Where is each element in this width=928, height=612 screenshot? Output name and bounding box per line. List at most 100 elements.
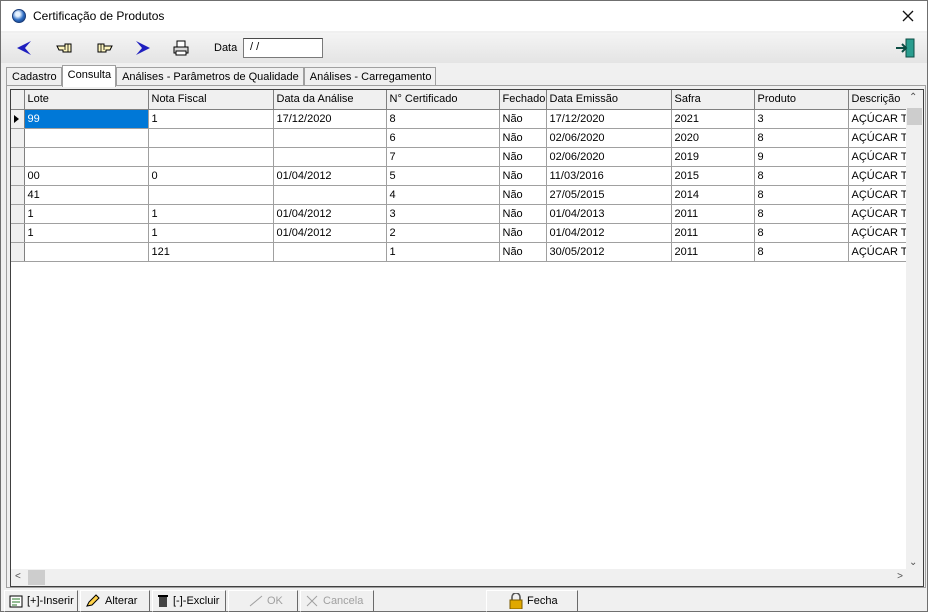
cell-data-analise[interactable]: 17/12/2020: [273, 109, 387, 129]
cell-data-emissao[interactable]: 02/06/2020: [546, 128, 672, 148]
cell-produto[interactable]: 8: [754, 166, 849, 186]
cell-nota-fiscal[interactable]: 1: [148, 223, 274, 243]
tab-consulta[interactable]: Consulta: [61, 65, 117, 87]
column-header-data-analise[interactable]: Data da Análise: [273, 90, 387, 110]
cell-certificado[interactable]: 7: [386, 147, 500, 167]
cell-produto[interactable]: 8: [754, 242, 849, 262]
cell-data-analise[interactable]: [273, 147, 387, 167]
column-header-safra[interactable]: Safra: [671, 90, 755, 110]
cell-fechado[interactable]: Não: [499, 185, 547, 205]
row-indicator[interactable]: [11, 109, 25, 129]
horizontal-scroll-thumb[interactable]: [28, 570, 45, 585]
cell-nota-fiscal[interactable]: 1: [148, 109, 274, 129]
cell-data-analise[interactable]: [273, 128, 387, 148]
cell-descricao[interactable]: AÇÚCAR T: [848, 185, 909, 205]
cell-data-analise[interactable]: 01/04/2012: [273, 204, 387, 224]
cell-nota-fiscal[interactable]: [148, 128, 274, 148]
cell-nota-fiscal[interactable]: [148, 185, 274, 205]
column-header-data-emissao[interactable]: Data Emissão: [546, 90, 672, 110]
cell-certificado[interactable]: 5: [386, 166, 500, 186]
column-header-fechado[interactable]: Fechado: [499, 90, 547, 110]
cell-safra[interactable]: 2011: [671, 204, 755, 224]
exit-button[interactable]: [894, 37, 916, 59]
table-row[interactable]: 1 1 01/04/2012 3 Não 01/04/2013 2011 8 AÇÚCAR T: [11, 204, 909, 224]
cell-data-emissao[interactable]: 01/04/2013: [546, 204, 672, 224]
row-indicator[interactable]: [11, 185, 25, 205]
scroll-left-icon[interactable]: <: [15, 571, 21, 582]
cell-safra[interactable]: 2020: [671, 128, 755, 148]
cell-lote[interactable]: [24, 242, 149, 262]
row-indicator[interactable]: [11, 128, 25, 148]
cell-lote[interactable]: 41: [24, 185, 149, 205]
previous-record-button[interactable]: [14, 37, 36, 59]
cell-fechado[interactable]: Não: [499, 166, 547, 186]
horizontal-scrollbar[interactable]: < >: [11, 569, 907, 586]
date-field[interactable]: / /: [243, 38, 323, 58]
cell-safra[interactable]: 2011: [671, 242, 755, 262]
cell-data-analise[interactable]: [273, 242, 387, 262]
scroll-down-icon[interactable]: ⌄: [909, 557, 917, 568]
cell-data-emissao[interactable]: 27/05/2015: [546, 185, 672, 205]
cell-produto[interactable]: 8: [754, 223, 849, 243]
row-indicator[interactable]: [11, 242, 25, 262]
cell-certificado[interactable]: 1: [386, 242, 500, 262]
cell-safra[interactable]: 2011: [671, 223, 755, 243]
next-record-button[interactable]: [131, 37, 153, 59]
close-button[interactable]: Fecha: [486, 590, 578, 612]
cell-safra[interactable]: 2021: [671, 109, 755, 129]
cell-descricao[interactable]: AÇÚCAR T: [848, 242, 909, 262]
cancel-button[interactable]: Cancela: [300, 590, 374, 612]
column-header-certificado[interactable]: N° Certificado: [386, 90, 500, 110]
cell-safra[interactable]: 2019: [671, 147, 755, 167]
hand-left-button[interactable]: [54, 37, 76, 59]
cell-descricao[interactable]: AÇÚCAR T: [848, 109, 909, 129]
cell-produto[interactable]: 8: [754, 128, 849, 148]
table-row[interactable]: 6 Não 02/06/2020 2020 8 AÇÚCAR T: [11, 128, 909, 148]
print-button[interactable]: [170, 37, 192, 59]
cell-fechado[interactable]: Não: [499, 204, 547, 224]
table-row[interactable]: 99 1 17/12/2020 8 Não 17/12/2020 2021 3 AÇÚCAR T: [11, 109, 909, 129]
alter-button[interactable]: Alterar: [80, 590, 150, 612]
cell-nota-fiscal[interactable]: 0: [148, 166, 274, 186]
cell-lote[interactable]: 99: [24, 109, 149, 129]
delete-button[interactable]: [-]-Excluir: [152, 590, 226, 612]
cell-lote[interactable]: 1: [24, 223, 149, 243]
cell-fechado[interactable]: Não: [499, 109, 547, 129]
cell-produto[interactable]: 3: [754, 109, 849, 129]
cell-data-analise[interactable]: 01/04/2012: [273, 223, 387, 243]
cell-safra[interactable]: 2015: [671, 166, 755, 186]
cell-data-emissao[interactable]: 17/12/2020: [546, 109, 672, 129]
cell-certificado[interactable]: 6: [386, 128, 500, 148]
cell-fechado[interactable]: Não: [499, 147, 547, 167]
cell-certificado[interactable]: 8: [386, 109, 500, 129]
column-header-lote[interactable]: Lote: [24, 90, 149, 110]
cell-data-emissao[interactable]: 01/04/2012: [546, 223, 672, 243]
cell-lote[interactable]: [24, 147, 149, 167]
cell-fechado[interactable]: Não: [499, 128, 547, 148]
column-header-descricao[interactable]: Descrição: [848, 90, 909, 110]
cell-descricao[interactable]: AÇÚCAR T: [848, 147, 909, 167]
table-row[interactable]: 121 1 Não 30/05/2012 2011 8 AÇÚCAR T: [11, 242, 909, 262]
tab-cadastro[interactable]: Cadastro: [6, 67, 62, 87]
table-row[interactable]: 1 1 01/04/2012 2 Não 01/04/2012 2011 8 AÇÚCAR T: [11, 223, 909, 243]
cell-fechado[interactable]: Não: [499, 242, 547, 262]
cell-produto[interactable]: 9: [754, 147, 849, 167]
cell-descricao[interactable]: AÇÚCAR T: [848, 128, 909, 148]
scroll-right-icon[interactable]: >: [897, 571, 903, 582]
cell-lote[interactable]: 00: [24, 166, 149, 186]
row-indicator[interactable]: [11, 223, 25, 243]
table-row[interactable]: 41 4 Não 27/05/2015 2014 8 AÇÚCAR T: [11, 185, 909, 205]
cell-produto[interactable]: 8: [754, 185, 849, 205]
cell-descricao[interactable]: AÇÚCAR T: [848, 204, 909, 224]
vertical-scrollbar[interactable]: ⌃ ⌄: [906, 90, 923, 570]
column-header-nota-fiscal[interactable]: Nota Fiscal: [148, 90, 274, 110]
cell-lote[interactable]: [24, 128, 149, 148]
insert-button[interactable]: [+]-Inserir: [4, 590, 78, 612]
cell-descricao[interactable]: AÇÚCAR T: [848, 223, 909, 243]
cell-certificado[interactable]: 3: [386, 204, 500, 224]
row-indicator[interactable]: [11, 166, 25, 186]
cell-nota-fiscal[interactable]: 121: [148, 242, 274, 262]
column-header-produto[interactable]: Produto: [754, 90, 849, 110]
cell-lote[interactable]: 1: [24, 204, 149, 224]
cell-data-analise[interactable]: [273, 185, 387, 205]
